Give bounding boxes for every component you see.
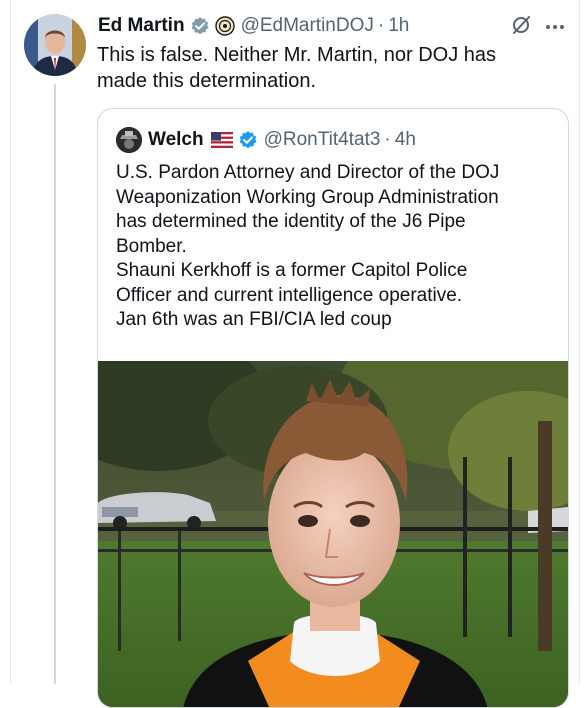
tweet-text: This is false. Neither Mr. Martin, nor D…	[97, 44, 497, 92]
quoted-author-handle[interactable]: @RonTit4tat3	[264, 129, 381, 151]
quoted-text-line: U.S. Pardon Attorney and Director of the…	[116, 162, 500, 183]
quoted-tweet[interactable]: Welch @RonTit4tat3 · 4h U.S. Pardon Atto…	[97, 108, 569, 708]
author-name[interactable]: Ed Martin	[98, 15, 185, 37]
attached-photo[interactable]	[98, 361, 568, 707]
quoted-text-line: Jan 6th was an FBI/CIA led coup	[116, 309, 392, 330]
verified-badge-icon	[238, 130, 258, 150]
quoted-author-name[interactable]: Welch	[148, 129, 204, 151]
thread-line	[54, 84, 56, 684]
quoted-tweet-header: Welch @RonTit4tat3 · 4h	[148, 126, 416, 154]
tweet-time[interactable]: 1h	[388, 15, 409, 37]
more-icon[interactable]	[544, 18, 566, 36]
tweet-header: Ed Martin @EdMartinDOJ · 1h	[98, 12, 409, 40]
separator-dot: ·	[384, 129, 391, 150]
separator-dot: ·	[377, 15, 385, 36]
quoted-tweet-time[interactable]: 4h	[395, 129, 416, 151]
us-flag-icon	[210, 132, 233, 148]
verified-badge-icon	[190, 16, 210, 36]
quoted-author-avatar[interactable]	[116, 127, 142, 153]
grok-icon[interactable]	[510, 14, 532, 41]
author-handle[interactable]: @EdMartinDOJ	[241, 15, 374, 37]
quoted-text-line: Officer and current intelligence operati…	[116, 284, 463, 306]
quoted-text-line: Shauni Kerkhoff is a former Capitol Poli…	[116, 260, 468, 281]
quoted-tweet-text: U.S. Pardon Attorney and Director of the…	[116, 161, 564, 333]
affiliate-badge-icon[interactable]	[214, 16, 235, 36]
quoted-text-line: Bomber.	[116, 235, 187, 257]
author-avatar[interactable]	[24, 14, 86, 76]
quoted-text-line: Weaponization Working Group Administrati…	[116, 186, 499, 208]
quoted-text-line: has determined the identity of the J6 Pi…	[116, 211, 466, 232]
